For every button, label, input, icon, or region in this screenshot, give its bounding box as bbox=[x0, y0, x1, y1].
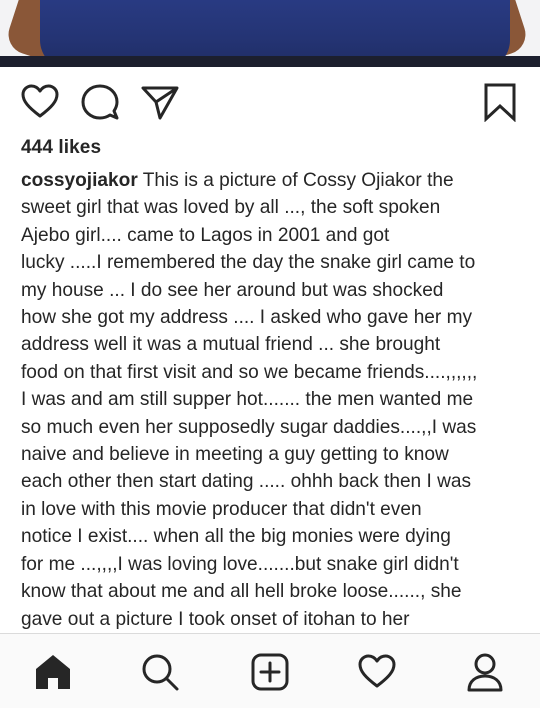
create-post-icon[interactable] bbox=[250, 652, 290, 692]
caption-line: for me ...,,,,I was loving love.......bu… bbox=[21, 553, 459, 575]
caption-line: sweet girl that was loved by all ..., th… bbox=[21, 197, 441, 219]
caption-username[interactable]: cossyojiakor bbox=[21, 170, 138, 191]
save-bookmark-icon[interactable] bbox=[482, 82, 518, 123]
caption-line: in love with this movie producer that di… bbox=[21, 498, 422, 520]
caption-line: address well it was a mutual friend ... … bbox=[21, 334, 441, 356]
caption-line: cossyojiakor This is a picture of Cossy … bbox=[21, 167, 526, 194]
caption-line: my house ... I do see her around but was… bbox=[21, 279, 444, 301]
caption-line: naive and believe in meeting a guy getti… bbox=[21, 444, 449, 466]
caption-line: notice I exist.... when all the big moni… bbox=[21, 526, 451, 548]
image-bottom-divider bbox=[0, 56, 540, 67]
caption-line: how she got my address .... I asked who … bbox=[21, 307, 473, 329]
profile-icon[interactable] bbox=[465, 652, 505, 692]
post-image[interactable] bbox=[0, 0, 540, 56]
bottom-navigation-bar bbox=[0, 633, 540, 708]
home-icon[interactable] bbox=[33, 652, 73, 692]
caption-line: food on that first visit and so we becam… bbox=[21, 361, 478, 383]
post-action-bar bbox=[0, 82, 540, 123]
search-icon[interactable] bbox=[140, 652, 180, 692]
caption-line: I was and am still supper hot....... the… bbox=[21, 389, 474, 411]
caption-line: lucky .....I remembered the day the snak… bbox=[21, 252, 476, 274]
activity-heart-icon[interactable] bbox=[357, 652, 397, 692]
caption-line: so much even her supposedly sugar daddie… bbox=[21, 416, 477, 438]
share-paper-plane-icon[interactable] bbox=[140, 82, 180, 122]
caption-line: know that about me and all hell broke lo… bbox=[21, 581, 462, 603]
comment-icon[interactable] bbox=[80, 82, 120, 122]
post-image-garment bbox=[40, 0, 510, 56]
caption-line: each other then start dating ..... ohhh … bbox=[21, 471, 472, 493]
post-caption: cossyojiakor This is a picture of Cossy … bbox=[21, 167, 526, 631]
caption-line: Ajebo girl.... came to Lagos in 2001 and… bbox=[21, 224, 390, 246]
caption-line: gave out a picture I took onset of itoha… bbox=[21, 608, 410, 630]
like-heart-icon[interactable] bbox=[20, 82, 60, 122]
likes-count[interactable]: 444 likes bbox=[21, 137, 101, 159]
caption-text: This is a picture of Cossy Ojiakor the bbox=[142, 170, 454, 191]
